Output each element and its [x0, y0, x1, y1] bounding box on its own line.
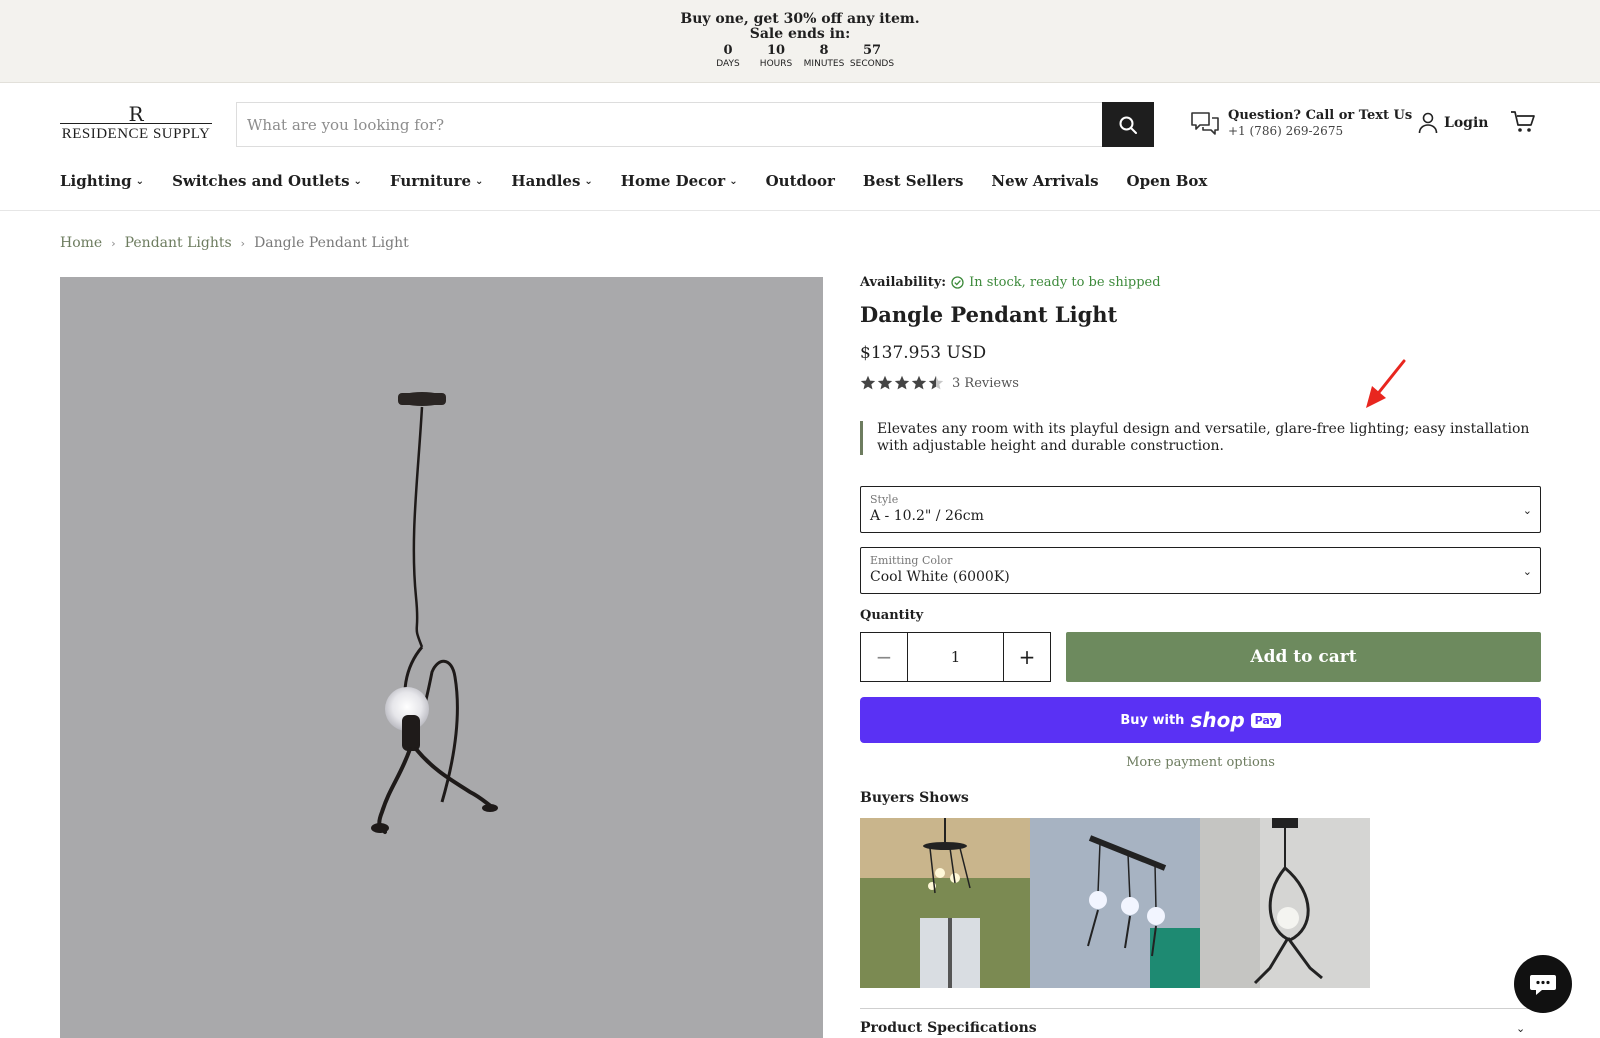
emitting-color-label: Emitting Color: [870, 554, 953, 567]
spec-divider: [860, 1008, 1541, 1009]
search-button[interactable]: [1102, 102, 1154, 147]
buyer-photo[interactable]: [1200, 818, 1370, 988]
logo-name: RESIDENCE SUPPLY: [60, 123, 212, 144]
check-circle-icon: [951, 276, 964, 289]
nav-open-box[interactable]: Open Box: [1127, 172, 1208, 190]
nav-home-decor[interactable]: Home Decor ⌄: [621, 172, 738, 190]
availability-status: In stock, ready to be shipped: [969, 275, 1161, 290]
chevron-right-icon: ›: [111, 236, 116, 250]
chat-widget-button[interactable]: [1514, 955, 1572, 1013]
chevron-down-icon: ⌄: [1516, 1022, 1526, 1035]
quantity-decrease-button[interactable]: −: [861, 633, 907, 681]
site-logo[interactable]: R RESIDENCE SUPPLY: [60, 102, 212, 144]
quantity-stepper: − 1 +: [860, 632, 1051, 682]
breadcrumb-pendant-lights[interactable]: Pendant Lights: [125, 235, 232, 251]
countdown-timer: 0 DAYS 10 HOURS 8 MINUTES 57 SECONDS: [0, 44, 1600, 70]
nav-furniture[interactable]: Furniture ⌄: [390, 172, 483, 190]
countdown-hours: 10 HOURS: [759, 43, 793, 70]
chevron-down-icon: ⌄: [1522, 504, 1532, 517]
availability-label: Availability:: [860, 275, 947, 290]
product-price: $137.953 USD: [860, 343, 987, 363]
chat-bubbles-icon: [1191, 111, 1219, 135]
countdown-days: 0 DAYS: [716, 43, 740, 70]
red-arrow-annotation: [1366, 359, 1406, 408]
buyers-shows-title: Buyers Shows: [860, 790, 969, 806]
emitting-color-value: Cool White (6000K): [870, 569, 1010, 585]
announcement-bar: Buy one, get 30% off any item. Sale ends…: [0, 0, 1600, 83]
more-payment-options-link[interactable]: More payment options: [860, 755, 1541, 770]
chevron-down-icon: ⌄: [475, 175, 484, 187]
cart-icon: [1511, 111, 1535, 132]
quantity-input[interactable]: 1: [907, 633, 1004, 681]
style-label: Style: [870, 493, 899, 506]
product-specifications-toggle[interactable]: Product Specifications: [860, 1020, 1037, 1036]
chevron-down-icon: ⌄: [353, 175, 362, 187]
pendant-light-illustration: [371, 392, 498, 834]
product-description: Elevates any room with its playful desig…: [860, 421, 1540, 455]
nav-handles[interactable]: Handles ⌄: [511, 172, 592, 190]
quantity-label: Quantity: [860, 608, 924, 623]
nav-new-arrivals[interactable]: New Arrivals: [991, 172, 1098, 190]
chevron-down-icon: ⌄: [729, 175, 738, 187]
buyer-photo[interactable]: [1030, 818, 1200, 988]
style-select[interactable]: Style A - 10.2" / 26cm ⌄: [860, 486, 1541, 533]
cart-button[interactable]: [1510, 110, 1536, 138]
main-nav: Lighting ⌄ Switches and Outlets ⌄ Furnitur…: [60, 172, 1235, 190]
shop-pay-prefix: Buy with: [1120, 712, 1185, 728]
login-label: Login: [1444, 115, 1489, 131]
promo-text: Buy one, get 30% off any item.: [680, 11, 920, 27]
countdown-seconds: 57 SECONDS: [849, 43, 895, 70]
breadcrumb: Home › Pendant Lights › Dangle Pendant L…: [60, 235, 409, 251]
chevron-down-icon: ⌄: [1522, 565, 1532, 578]
contact-phone: +1 (786) 269-2675: [1228, 124, 1344, 138]
add-to-cart-button[interactable]: Add to cart: [1066, 632, 1541, 682]
contact-title: Question? Call or Text Us: [1228, 108, 1413, 123]
login-link[interactable]: Login: [1418, 112, 1488, 134]
star-rating-icon: [860, 375, 944, 390]
nav-outdoor[interactable]: Outdoor: [766, 172, 835, 190]
style-value: A - 10.2" / 26cm: [870, 508, 984, 524]
search-bar: [236, 102, 1154, 147]
contact-info[interactable]: Question? Call or Text Us +1 (786) 269-2…: [1190, 108, 1412, 139]
nav-lighting[interactable]: Lighting ⌄: [60, 172, 144, 190]
product-image[interactable]: [60, 277, 823, 1038]
chevron-right-icon: ›: [240, 236, 246, 250]
breadcrumb-home[interactable]: Home: [60, 235, 102, 251]
review-count[interactable]: 3 Reviews: [952, 376, 1019, 391]
nav-best-sellers[interactable]: Best Sellers: [863, 172, 963, 190]
logo-mark: R: [128, 102, 144, 126]
buyers-shows-gallery: [860, 818, 1370, 988]
shop-pay-logo: shop: [1190, 708, 1245, 732]
product-rating[interactable]: 3 Reviews: [860, 375, 1019, 391]
product-title: Dangle Pendant Light: [860, 302, 1118, 327]
nav-divider: [0, 210, 1600, 211]
chat-icon: [1530, 975, 1556, 995]
emitting-color-select[interactable]: Emitting Color Cool White (6000K) ⌄: [860, 547, 1541, 594]
search-icon: [1119, 116, 1137, 134]
nav-switches-and-outlets[interactable]: Switches and Outlets ⌄: [172, 172, 362, 190]
shop-pay-badge: Pay: [1250, 712, 1281, 728]
countdown-minutes: 8 MINUTES: [803, 43, 845, 70]
buyer-photo[interactable]: [860, 818, 1030, 988]
availability: Availability: In stock, ready to be ship…: [860, 275, 1161, 290]
user-icon: [1418, 112, 1438, 134]
shop-pay-button[interactable]: Buy with shop Pay: [860, 697, 1541, 743]
sale-ends-text: Sale ends in:: [749, 26, 851, 42]
chevron-down-icon: ⌄: [584, 175, 593, 187]
quantity-increase-button[interactable]: +: [1004, 633, 1050, 681]
chevron-down-icon: ⌄: [135, 175, 145, 187]
breadcrumb-current: Dangle Pendant Light: [254, 235, 409, 251]
search-input[interactable]: [237, 103, 1102, 146]
